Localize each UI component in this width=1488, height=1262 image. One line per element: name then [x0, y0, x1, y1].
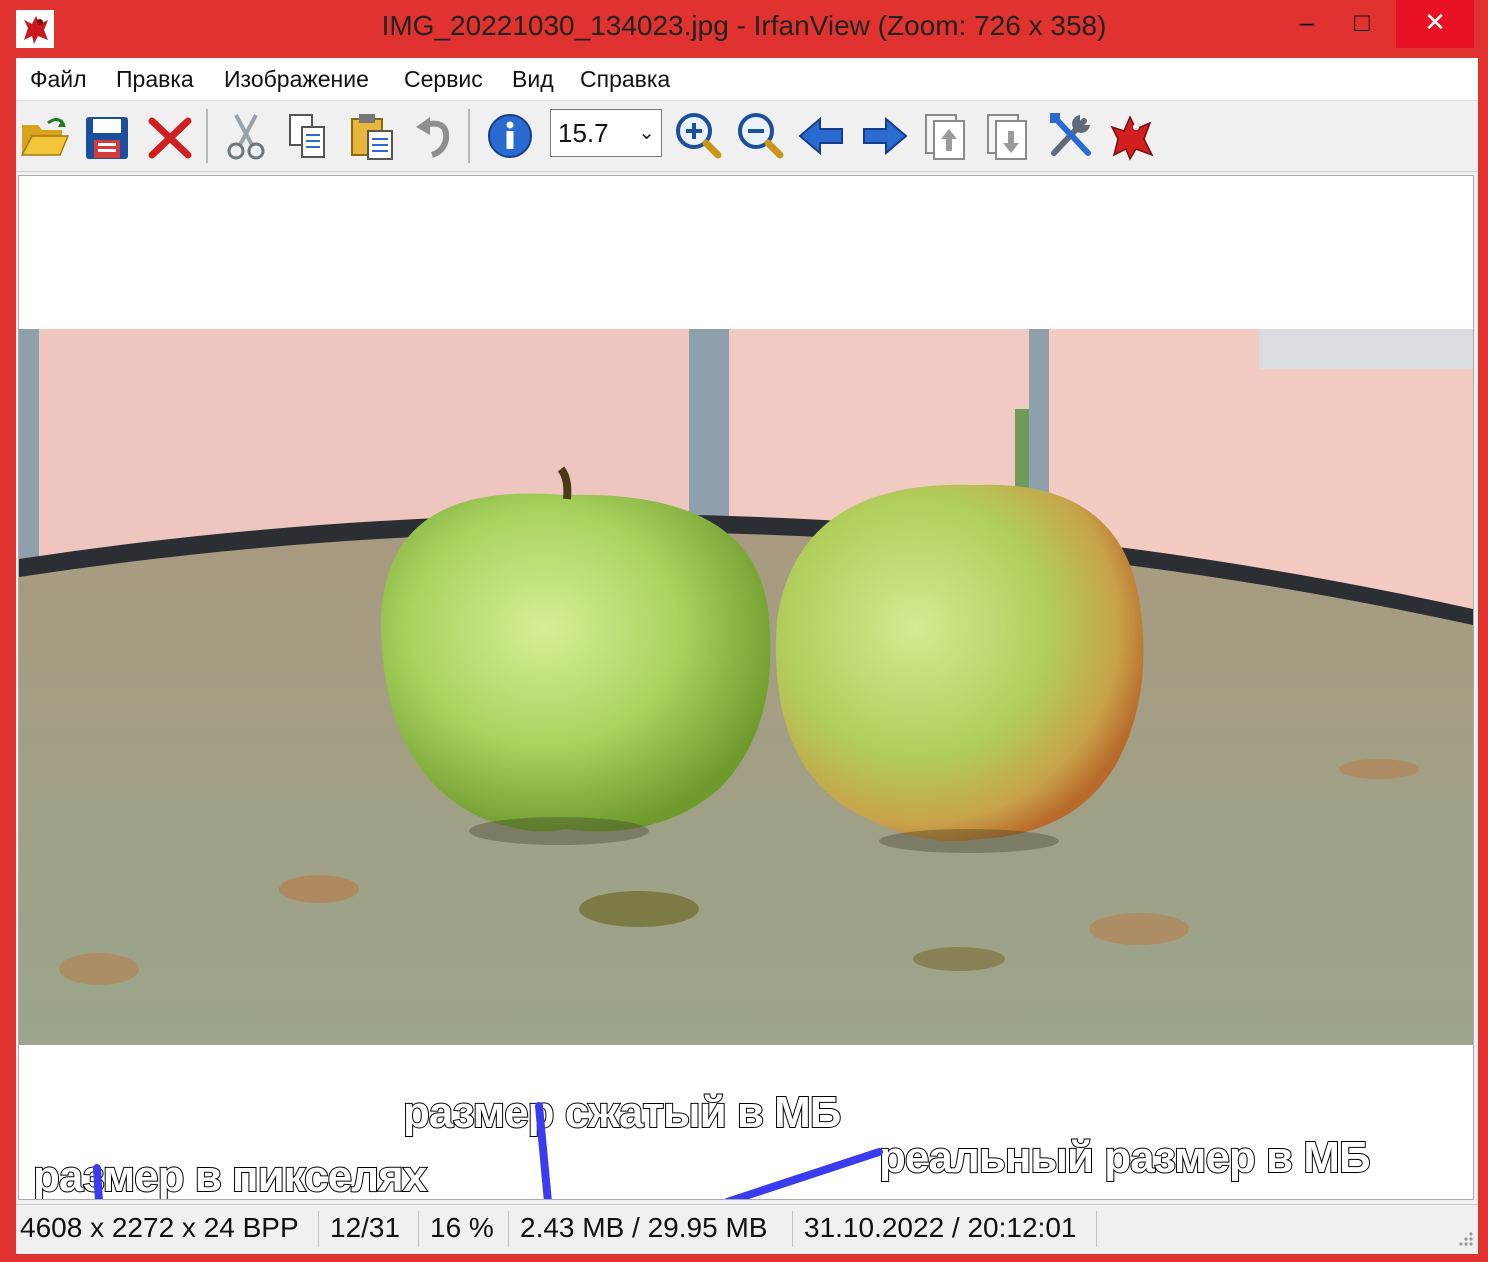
- menu-image[interactable]: Изображение: [224, 66, 369, 93]
- status-divider: [508, 1211, 509, 1247]
- status-bar: 4608 x 2272 x 24 BPP 12/31 16 % 2.43 MB …: [16, 1204, 1478, 1251]
- status-divider: [792, 1211, 793, 1247]
- annotation-pointer-lines: [93, 1102, 883, 1199]
- status-datetime: 31.10.2022 / 20:12:01: [804, 1212, 1077, 1243]
- window-title: IMG_20221030_134023.jpg - IrfanView (Zoo…: [381, 10, 1107, 41]
- copy-icon[interactable]: [282, 109, 334, 163]
- undo-icon[interactable]: [408, 109, 460, 163]
- save-icon[interactable]: [80, 109, 132, 163]
- title-bar[interactable]: IMG_20221030_134023.jpg - IrfanView (Zoo…: [0, 0, 1488, 58]
- previous-arrow-icon[interactable]: [796, 109, 848, 163]
- zoom-value: 15.7: [558, 118, 609, 148]
- delete-icon[interactable]: [144, 109, 196, 163]
- status-divider: [418, 1211, 419, 1247]
- chevron-down-icon[interactable]: ⌄: [638, 120, 655, 145]
- irfanview-window: IMG_20221030_134023.jpg - IrfanView (Zoo…: [0, 0, 1488, 1262]
- toolbar-separator: [468, 109, 470, 163]
- cut-icon[interactable]: [220, 109, 272, 163]
- menu-file[interactable]: Файл: [30, 66, 87, 93]
- status-divider: [1096, 1211, 1097, 1247]
- status-dimensions: 4608 x 2272 x 24 BPP: [20, 1212, 299, 1243]
- client-area: Файл Правка Изображение Сервис Вид Справ…: [16, 58, 1478, 1254]
- status-file-size: 2.43 MB / 29.95 MB: [520, 1212, 768, 1243]
- status-file-index: 12/31: [330, 1212, 401, 1243]
- toolbar: 15.7 ⌄: [16, 101, 1478, 172]
- menu-edit[interactable]: Правка: [116, 66, 194, 93]
- menu-tools[interactable]: Сервис: [404, 66, 483, 93]
- resize-grip-icon[interactable]: [1456, 1229, 1474, 1247]
- page-down-icon[interactable]: [982, 109, 1034, 163]
- minimize-button[interactable]: –: [1284, 0, 1330, 48]
- settings-tools-icon[interactable]: [1044, 109, 1096, 163]
- menu-help[interactable]: Справка: [580, 66, 670, 93]
- zoom-in-icon[interactable]: [672, 109, 724, 163]
- status-zoom: 16 %: [430, 1212, 494, 1243]
- zoom-out-icon[interactable]: [734, 109, 786, 163]
- close-button[interactable]: ✕: [1396, 0, 1474, 48]
- image-view[interactable]: размер сжатый в МБ реальный размер в МБ …: [18, 175, 1474, 1200]
- next-arrow-icon[interactable]: [858, 109, 910, 163]
- zoom-combobox[interactable]: 15.7 ⌄: [550, 109, 662, 157]
- toolbar-separator: [206, 109, 208, 163]
- page-up-icon[interactable]: [920, 109, 972, 163]
- info-icon[interactable]: [484, 109, 536, 163]
- open-folder-icon[interactable]: [18, 109, 70, 163]
- irfanview-logo-icon[interactable]: [1106, 109, 1158, 163]
- menu-view[interactable]: Вид: [512, 66, 554, 93]
- maximize-button[interactable]: □: [1336, 0, 1388, 48]
- status-divider: [318, 1211, 319, 1247]
- menu-bar: Файл Правка Изображение Сервис Вид Справ…: [16, 58, 1478, 101]
- paste-icon[interactable]: [346, 109, 398, 163]
